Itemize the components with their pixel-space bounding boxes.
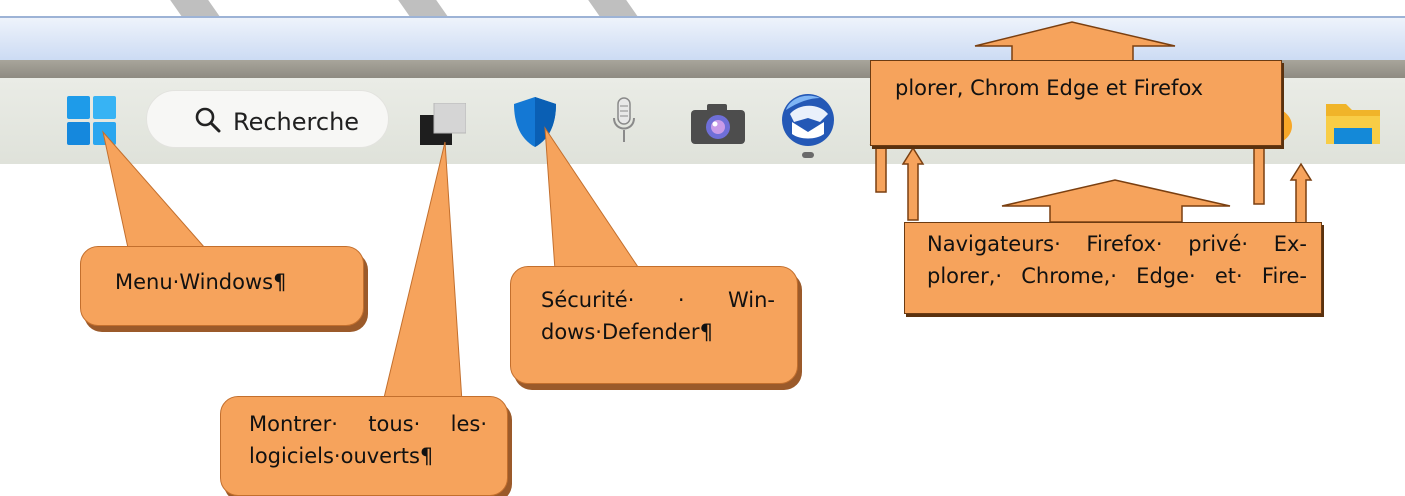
word: Ex- xyxy=(1273,232,1307,256)
montrer-line-2: logiciels·ouverts¶ xyxy=(249,443,434,468)
callout-menu-windows: Menu·Windows¶ xyxy=(80,246,364,326)
word: Fire- xyxy=(1261,263,1307,288)
arrow-head-bottom xyxy=(1001,179,1231,223)
securite-line-1: Sécurité· · Win- xyxy=(541,285,775,317)
montrer-line-1: Montrer· tous· les· xyxy=(249,409,487,441)
callout-navigateurs: Navigateurs· Firefox· privé· Ex- plorer,… xyxy=(904,222,1322,314)
word: Chrome,· xyxy=(1021,263,1117,288)
pointer-menu-windows xyxy=(102,130,207,249)
pointer-montrer xyxy=(382,141,463,403)
word: Montrer· xyxy=(249,412,338,436)
word: et· xyxy=(1214,263,1243,288)
word: privé· xyxy=(1188,232,1249,256)
callout-top-banner-text: plorer, Chrom Edge et Firefox xyxy=(895,76,1204,100)
callout-securite: Sécurité· · Win- dows·Defender¶ xyxy=(510,266,798,384)
callout-menu-windows-text: Menu·Windows¶ xyxy=(115,270,287,294)
navigateurs-line-1: Navigateurs· Firefox· privé· Ex- xyxy=(927,229,1307,261)
word: Edge· xyxy=(1136,263,1196,288)
pointer-securite xyxy=(544,126,641,271)
word: · xyxy=(677,288,685,312)
callout-montrer-text: Montrer· tous· les· logiciels·ouverts¶ xyxy=(249,409,487,472)
callout-top-banner: plorer, Chrom Edge et Firefox xyxy=(870,60,1282,146)
word: Navigateurs· xyxy=(927,232,1061,256)
navigateurs-line-2: plorer,· Chrome,· Edge· et· Fire- xyxy=(927,261,1307,293)
callout-montrer: Montrer· tous· les· logiciels·ouverts¶ xyxy=(220,396,508,496)
word: Sécurité· xyxy=(541,288,635,312)
word: plorer,· xyxy=(927,263,1003,288)
callout-securite-text: Sécurité· · Win- dows·Defender¶ xyxy=(541,285,775,348)
securite-line-2: dows·Defender¶ xyxy=(541,319,713,344)
word: Firefox· xyxy=(1086,232,1163,256)
word: Win- xyxy=(727,288,775,312)
word: tous· xyxy=(368,412,421,436)
word: les· xyxy=(450,412,487,436)
callout-navigateurs-text: Navigateurs· Firefox· privé· Ex- plorer,… xyxy=(927,229,1307,292)
arrow-head-top xyxy=(974,21,1176,63)
